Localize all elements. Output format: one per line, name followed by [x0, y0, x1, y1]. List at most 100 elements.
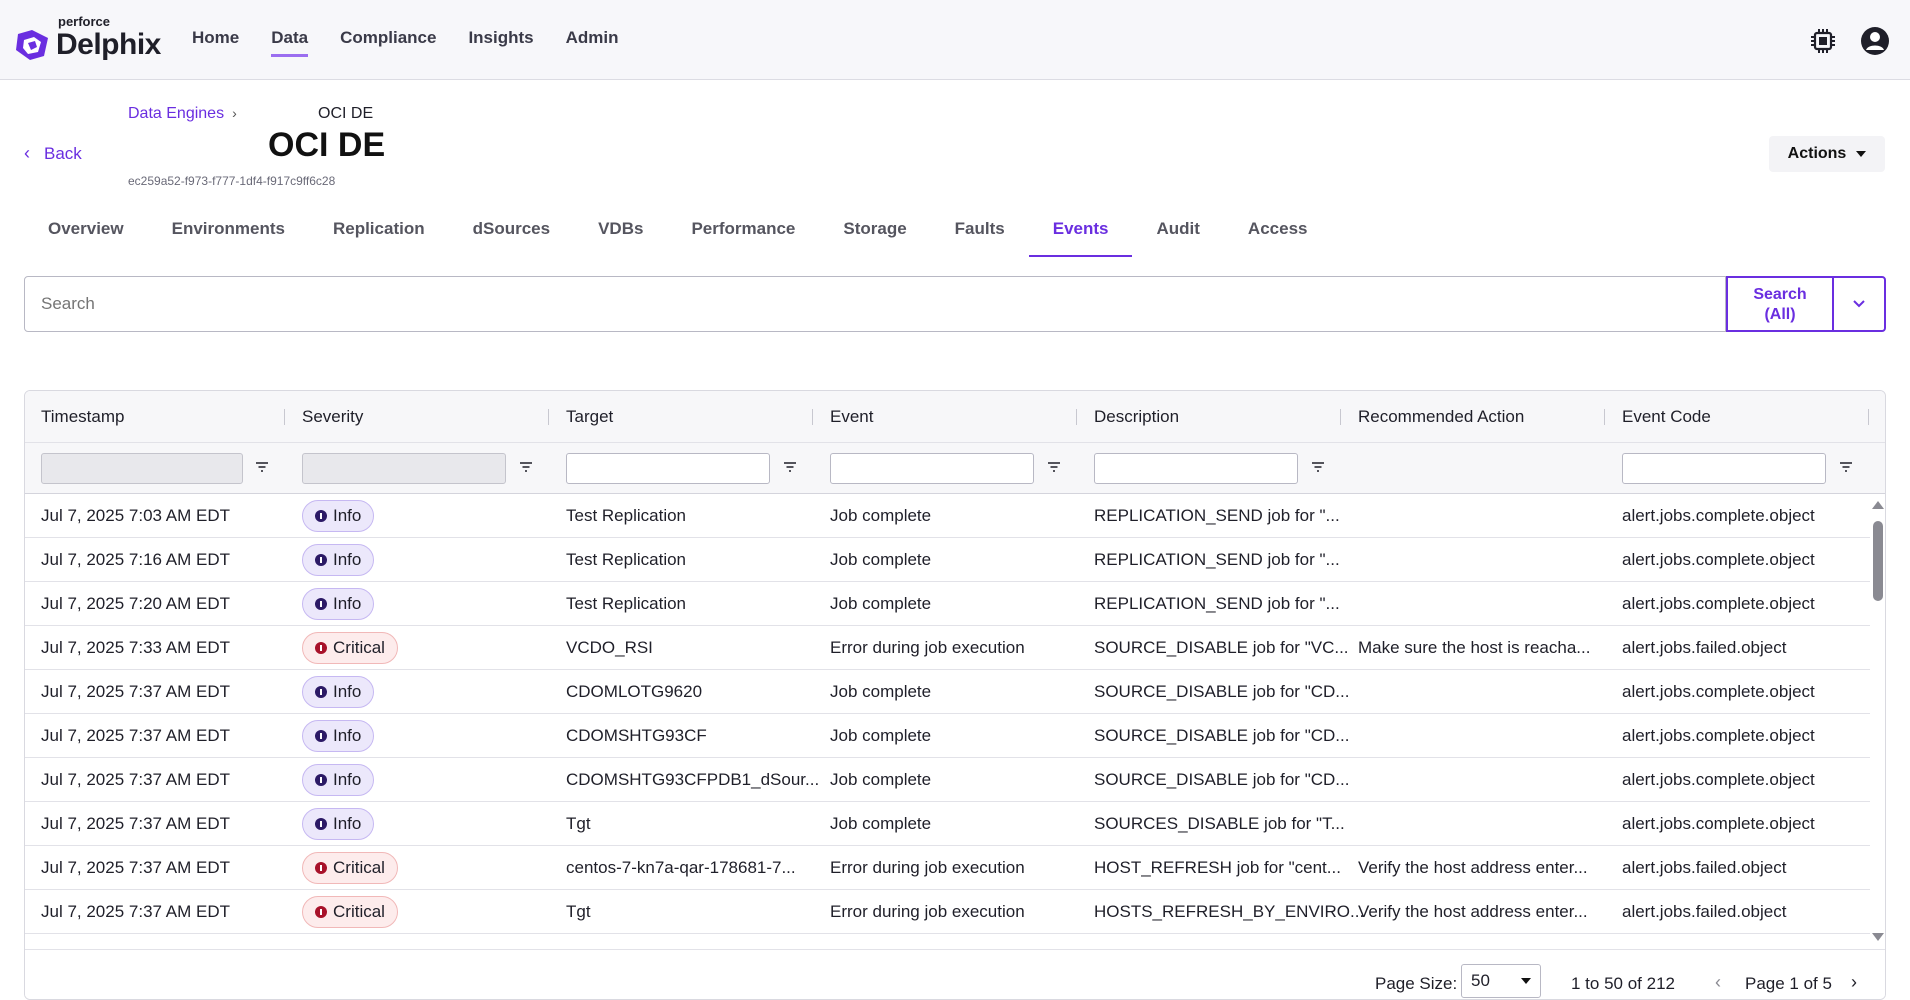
grid-filter-row [25, 443, 1885, 494]
search-button-label: Search [1753, 286, 1807, 303]
breadcrumb-data-engines[interactable]: Data Engines [128, 105, 224, 122]
severity-badge: Info [302, 808, 375, 840]
cell-timestamp: Jul 7, 2025 7:37 AM EDT [41, 726, 230, 745]
nav-home[interactable]: Home [192, 28, 239, 57]
filter-icon[interactable] [1046, 459, 1062, 475]
tab-storage[interactable]: Storage [819, 205, 930, 257]
nav-admin[interactable]: Admin [566, 28, 619, 57]
cell-description: SOURCE_DISABLE job for "CD... [1094, 770, 1350, 789]
table-row[interactable]: Jul 7, 2025 7:37 AM EDT Info Tgt Job comple… [25, 802, 1870, 846]
chevron-right-icon: › [232, 105, 237, 121]
tab-audit[interactable]: Audit [1132, 205, 1223, 257]
cell-timestamp: Jul 7, 2025 7:33 AM EDT [41, 638, 230, 657]
column-resizer[interactable] [1076, 409, 1077, 425]
scroll-down-arrow-icon[interactable] [1872, 933, 1884, 941]
cell-event: Error during job execution [830, 902, 1025, 921]
chip-icon[interactable] [1808, 26, 1838, 56]
severity-badge: Info [302, 720, 375, 752]
column-header-recommended-action[interactable]: Recommended Action [1358, 407, 1524, 427]
column-header-event[interactable]: Event [830, 407, 873, 427]
tab-vdbs[interactable]: VDBs [574, 205, 667, 257]
cell-event: Job complete [830, 770, 932, 789]
tab-access[interactable]: Access [1224, 205, 1332, 257]
cell-description: REPLICATION_SEND job for "... [1094, 506, 1340, 525]
cell-event: Job complete [830, 594, 932, 613]
target-filter-input[interactable] [566, 453, 770, 484]
previous-page-icon[interactable]: ‹ [1715, 972, 1721, 993]
table-row[interactable]: Jul 7, 2025 7:03 AM EDT Info Test Replicat… [25, 494, 1870, 538]
filter-icon[interactable] [782, 459, 798, 475]
column-resizer[interactable] [548, 409, 549, 425]
info-icon [315, 818, 327, 830]
cell-event-code: alert.jobs.failed.object [1622, 638, 1787, 657]
nav-compliance[interactable]: Compliance [340, 28, 436, 57]
cell-timestamp: Jul 7, 2025 7:37 AM EDT [41, 682, 230, 701]
column-header-target[interactable]: Target [566, 407, 613, 427]
table-row[interactable]: Jul 7, 2025 7:37 AM EDT Critical Tgt Error … [25, 890, 1870, 934]
column-header-description[interactable]: Description [1094, 407, 1179, 427]
filter-icon[interactable] [1310, 459, 1326, 475]
column-header-event-code[interactable]: Event Code [1622, 407, 1711, 427]
scroll-up-arrow-icon[interactable] [1872, 501, 1884, 509]
critical-icon [315, 906, 327, 918]
column-header-severity[interactable]: Severity [302, 407, 363, 427]
page-size-select[interactable]: 50 [1461, 964, 1541, 998]
actions-button[interactable]: Actions [1769, 136, 1885, 172]
timestamp-filter-input[interactable] [41, 453, 243, 484]
table-row[interactable]: Jul 7, 2025 7:37 AM EDT Info CDOMSHTG93CFP… [25, 758, 1870, 802]
tab-dsources[interactable]: dSources [449, 205, 574, 257]
tab-replication[interactable]: Replication [309, 205, 449, 257]
search-scope-dropdown[interactable] [1832, 276, 1886, 332]
table-row[interactable]: Jul 7, 2025 7:37 AM EDT Info CDOMLOTG9620 J… [25, 670, 1870, 714]
severity-badge: Info [302, 764, 375, 796]
critical-icon [315, 642, 327, 654]
cell-event-code: alert.jobs.failed.object [1622, 902, 1787, 921]
column-resizer[interactable] [812, 409, 813, 425]
delphix-logo[interactable]: perforce Delphix [14, 14, 164, 66]
cell-timestamp: Jul 7, 2025 7:20 AM EDT [41, 594, 230, 613]
column-resizer[interactable] [1604, 409, 1605, 425]
filter-icon[interactable] [254, 459, 270, 475]
back-link[interactable]: ‹ Back [24, 143, 82, 164]
next-page-icon[interactable]: › [1851, 972, 1857, 993]
cell-event-code: alert.jobs.complete.object [1622, 506, 1815, 525]
tab-environments[interactable]: Environments [148, 205, 309, 257]
cell-timestamp: Jul 7, 2025 7:37 AM EDT [41, 770, 230, 789]
scrollbar-thumb[interactable] [1873, 521, 1883, 601]
tab-performance[interactable]: Performance [667, 205, 819, 257]
cell-timestamp: Jul 7, 2025 7:16 AM EDT [41, 550, 230, 569]
user-account-icon[interactable] [1860, 26, 1890, 56]
filter-icon[interactable] [1838, 459, 1854, 475]
cell-description: REPLICATION_SEND job for "... [1094, 594, 1340, 613]
cell-event: Job complete [830, 682, 932, 701]
column-resizer[interactable] [284, 409, 285, 425]
tab-faults[interactable]: Faults [931, 205, 1029, 257]
description-filter-input[interactable] [1094, 453, 1298, 484]
tab-events[interactable]: Events [1028, 205, 1133, 257]
tab-overview[interactable]: Overview [24, 205, 148, 257]
nav-data[interactable]: Data [271, 28, 309, 57]
page-title: OCI DE [268, 126, 386, 164]
column-header-timestamp[interactable]: Timestamp [41, 407, 124, 427]
cell-description: REPLICATION_SEND job for "... [1094, 550, 1340, 569]
table-row[interactable]: Jul 7, 2025 7:33 AM EDT Critical VCDO_RSI E… [25, 626, 1870, 670]
event-filter-input[interactable] [830, 453, 1034, 484]
search-input[interactable] [24, 276, 1726, 332]
severity-label: Info [333, 682, 362, 701]
column-resizer[interactable] [1868, 409, 1869, 425]
table-row[interactable]: Jul 7, 2025 7:37 AM EDT Critical centos-7-… [25, 846, 1870, 890]
table-row[interactable]: Jul 7, 2025 7:37 AM EDT Info CDOMSHTG93CF J… [25, 714, 1870, 758]
nav-insights[interactable]: Insights [468, 28, 533, 57]
cell-target: Test Replication [566, 594, 687, 613]
column-resizer[interactable] [1340, 409, 1341, 425]
filter-icon[interactable] [518, 459, 534, 475]
cell-event-code: alert.jobs.complete.object [1622, 594, 1815, 613]
event-code-filter-input[interactable] [1622, 453, 1826, 484]
cell-timestamp: Jul 7, 2025 7:03 AM EDT [41, 506, 230, 525]
search-button[interactable]: Search (All) [1726, 276, 1834, 332]
table-row[interactable]: Jul 7, 2025 7:16 AM EDT Info Test Replicat… [25, 538, 1870, 582]
table-row[interactable]: Jul 7, 2025 7:20 AM EDT Info Test Replicat… [25, 582, 1870, 626]
cell-event: Job complete [830, 726, 932, 745]
top-navigation-bar: perforce Delphix Home Data Compliance In… [0, 0, 1910, 80]
severity-filter-input[interactable] [302, 453, 506, 484]
